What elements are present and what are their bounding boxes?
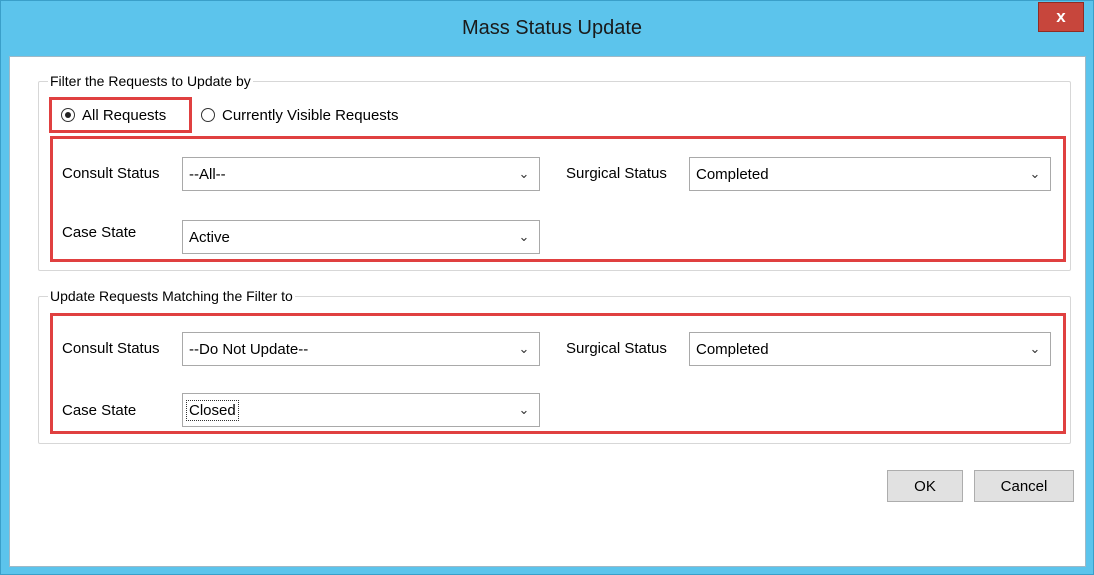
radio-unchecked-icon [201,108,215,122]
radio-currently-visible[interactable]: Currently Visible Requests [201,104,398,126]
update-consult-status-label: Consult Status [62,340,160,357]
chevron-down-icon: ⌄ [518,402,530,417]
chevron-down-icon: ⌄ [518,229,530,244]
update-surgical-status-label: Surgical Status [566,340,667,357]
update-consult-status-value: --Do Not Update-- [189,340,309,358]
close-icon: x [1056,7,1066,26]
title-bar[interactable]: Mass Status Update x [1,1,1093,56]
dialog-title: Mass Status Update [461,17,643,39]
close-button[interactable]: x [1038,2,1084,32]
filter-consult-status-value: --All-- [189,165,226,183]
filter-consult-status-select[interactable]: --All-- ⌄ [182,157,540,191]
radio-all-requests-label: All Requests [82,106,167,124]
dialog-window: Mass Status Update x Filter the Requests… [0,0,1094,575]
filter-case-state-select[interactable]: Active ⌄ [182,220,540,254]
filter-case-state-value: Active [189,228,230,246]
chevron-down-icon: ⌄ [1029,341,1041,356]
radio-checked-icon [61,108,75,122]
filter-surgical-status-value: Completed [696,165,769,183]
radio-currently-visible-label: Currently Visible Requests [222,106,399,124]
dialog-body: Filter the Requests to Update by All Req… [9,56,1086,567]
update-group: Update Requests Matching the Filter to C… [38,288,1071,444]
chevron-down-icon: ⌄ [1029,166,1041,181]
update-surgical-status-select[interactable]: Completed ⌄ [689,332,1051,366]
chevron-down-icon: ⌄ [518,166,530,181]
cancel-button[interactable]: Cancel [974,470,1074,502]
filter-surgical-status-select[interactable]: Completed ⌄ [689,157,1051,191]
filter-surgical-status-label: Surgical Status [566,165,667,182]
radio-all-requests[interactable]: All Requests [61,104,166,126]
update-consult-status-select[interactable]: --Do Not Update-- ⌄ [182,332,540,366]
update-case-state-select[interactable]: Closed ⌄ [182,393,540,427]
filter-case-state-label: Case State [62,224,137,241]
update-case-state-value-wrap: Closed [186,399,509,421]
filter-group-legend: Filter the Requests to Update by [48,73,253,89]
ok-button[interactable]: OK [887,470,963,502]
update-case-state-value: Closed [186,399,239,421]
update-surgical-status-value: Completed [696,340,769,358]
update-group-legend: Update Requests Matching the Filter to [48,288,295,304]
filter-consult-status-label: Consult Status [62,165,160,182]
chevron-down-icon: ⌄ [518,341,530,356]
filter-group: Filter the Requests to Update by All Req… [38,73,1071,271]
update-case-state-label: Case State [62,402,137,419]
